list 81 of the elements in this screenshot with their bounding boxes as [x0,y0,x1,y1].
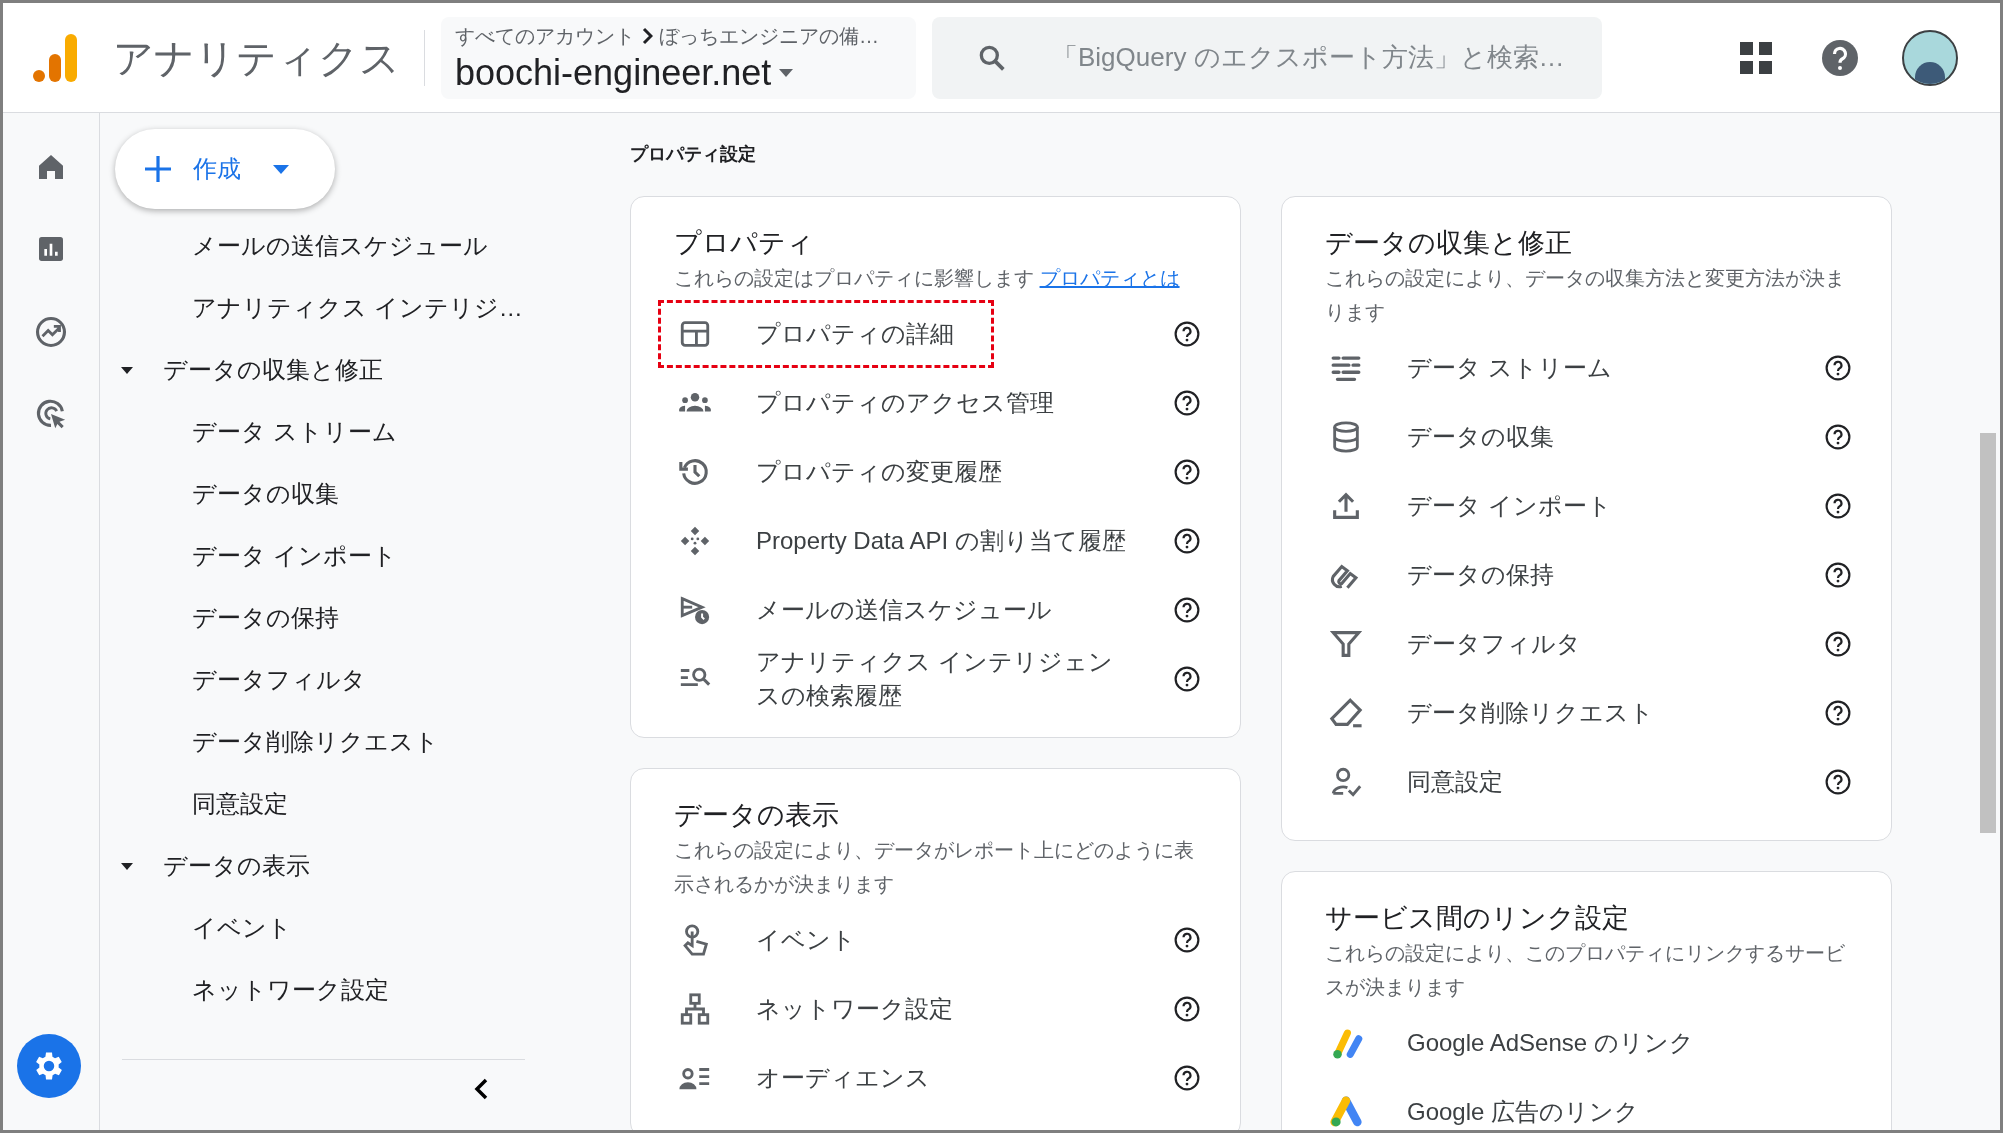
card-title: データの表示 [674,799,840,832]
settings-link[interactable]: データの収集 [1407,419,1777,454]
nav-item[interactable]: データ ストリーム [100,401,543,463]
nav-item[interactable]: ネットワーク設定 [100,959,543,1021]
chevron-left-icon[interactable] [474,1078,488,1100]
settings-link[interactable]: データ削除リクエスト [1407,695,1777,730]
settings-link[interactable]: データ ストリーム [1407,350,1777,385]
nav-item[interactable]: データの収集 [100,463,543,525]
help-icon[interactable] [1825,630,1851,657]
help-icon[interactable] [1174,527,1200,554]
nav-section[interactable]: データの収集と修正 [163,352,383,388]
help-link[interactable]: プロパティとは [1039,267,1180,289]
target-cursor-icon[interactable] [34,397,68,431]
nav-item[interactable]: アナリティクス インテリジ… [100,277,543,339]
help-icon[interactable] [1174,320,1200,347]
settings-link[interactable]: ネットワーク設定 [756,991,1126,1026]
settings-link[interactable]: オーディエンス [756,1060,1126,1095]
card-title: データの収集と修正 [1325,227,1573,260]
card-description: これらの設定により、データの収集方法と変更方法が決まります [1325,266,1846,325]
settings-link[interactable]: イベント [756,922,1126,957]
avatar[interactable] [1902,29,1958,86]
property-name: boochi-engineer.net [455,50,772,95]
settings-link[interactable]: データ インポート [1407,488,1777,523]
help-icon[interactable] [1822,39,1858,76]
help-icon[interactable] [1174,1064,1200,1091]
settings-link[interactable]: メールの送信スケジュール [756,592,1126,627]
page-title: プロパティ設定 [630,143,757,166]
help-icon[interactable] [1825,699,1851,726]
help-icon[interactable] [1825,492,1851,519]
help-icon[interactable] [1174,458,1200,485]
settings-link[interactable]: Google 広告のリンク [1407,1094,1777,1129]
nav-item[interactable]: イベント [100,897,543,959]
chevron-right-icon [641,26,653,45]
settings-link[interactable]: Google AdSense のリンク [1407,1025,1777,1060]
help-icon[interactable] [1174,665,1200,692]
nav-item[interactable]: データフィルタ [100,649,543,711]
caret-down-icon [273,164,289,174]
eraser-icon [1329,695,1363,730]
card-title: プロパティ [674,227,815,260]
help-icon[interactable] [1825,354,1851,381]
nav-item[interactable]: データ削除リクエスト [100,711,543,773]
help-icon[interactable] [1825,423,1851,450]
nav-item[interactable]: 同意設定 [100,773,543,835]
card-title: サービス間のリンク設定 [1325,902,1630,935]
scrollbar-thumb[interactable] [1980,433,1996,833]
breadcrumb-link[interactable]: すべてのアカウント [455,20,635,51]
help-icon[interactable] [1825,561,1851,588]
account-selector[interactable]: すべてのアカウント ぼっちエンジニアの備… boochi-engineer.net [441,16,916,99]
apps-grid-icon[interactable] [1740,41,1772,74]
analytics-logo-icon [31,31,79,84]
help-icon[interactable] [1174,926,1200,953]
settings-link[interactable]: プロパティのアクセス管理 [756,385,1126,420]
help-icon[interactable] [1174,596,1200,623]
create-button[interactable]: 作成 [115,129,335,209]
settings-link[interactable]: プロパティの変更履歴 [756,454,1126,489]
settings-link[interactable]: Property Data API の割り当て履歴 [756,523,1126,558]
settings-link[interactable]: 同意設定 [1407,764,1777,799]
help-icon[interactable] [1174,995,1200,1022]
plus-icon [145,156,171,182]
breadcrumb-link[interactable]: ぼっちエンジニアの備… [659,20,879,51]
settings-link[interactable]: アナリティクス インテリジェンスの検索履歴 [756,644,1126,713]
search-field[interactable]: 「BigQuery のエクスポート方法」と検索… [932,16,1602,99]
nav-item[interactable]: データの保持 [100,587,543,649]
caret-down-icon [779,68,794,77]
app-title: アナリティクス [113,34,400,82]
trend-circle-icon[interactable] [34,315,68,349]
nav-section[interactable]: データの表示 [163,848,310,884]
card-description: これらの設定により、このプロパティにリンクするサービスが決まります [1325,941,1846,1000]
card-description: これらの設定により、データがレポート上にどのように表示されるかが決まります [674,838,1195,897]
settings-link[interactable]: データの保持 [1407,557,1777,592]
help-icon[interactable] [1825,768,1851,795]
help-icon[interactable] [1174,389,1200,416]
caret-down-icon[interactable] [121,862,133,870]
hierarchy-icon [678,991,712,1026]
card-description: これらの設定はプロパティに影響します プロパティとは [674,266,1181,291]
settings-link[interactable]: プロパティの詳細 [756,316,1126,351]
nav-item[interactable]: メールの送信スケジュール [100,215,543,277]
google-ads-logo-icon [1329,1094,1363,1129]
nav-item[interactable]: データ インポート [100,525,543,587]
settings-link[interactable]: データフィルタ [1407,626,1777,661]
caret-down-icon[interactable] [121,366,133,374]
